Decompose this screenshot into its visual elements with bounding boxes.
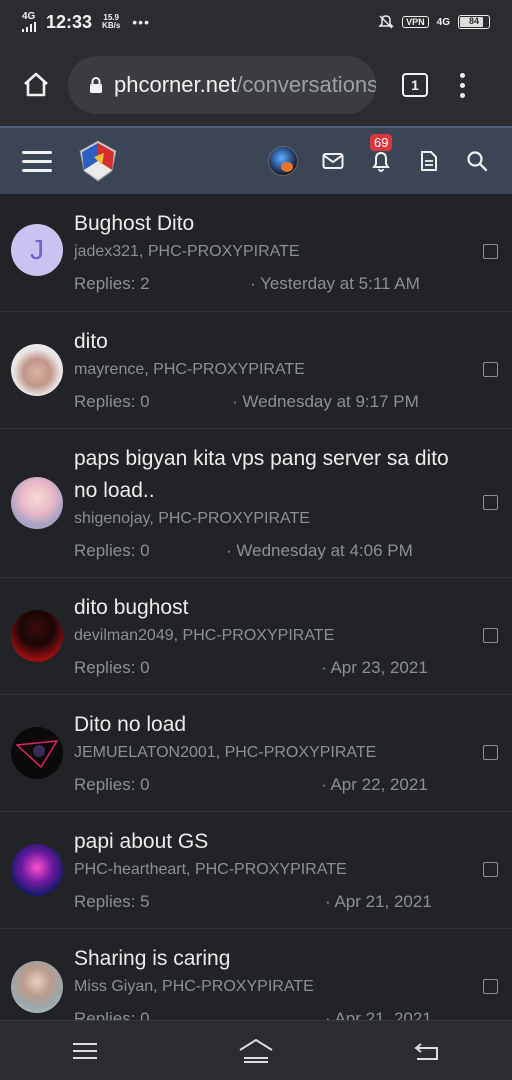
conversation-participants[interactable]: jadex321, PHC-PROXYPIRATE [74, 240, 462, 264]
conversation-item[interactable]: dito mayrence, PHC-PROXYPIRATE Replies: … [0, 312, 512, 429]
conversation-date: · Apr 22, 2021 [321, 775, 428, 794]
conversation-title[interactable]: dito [74, 326, 462, 358]
status-bar: 4G 12:33 15.9 KB/s ••• VPN 4G 84 [0, 0, 512, 44]
network-type-right: 4G [436, 16, 450, 28]
search-icon [467, 151, 488, 172]
conversation-item[interactable]: papi about GS PHC-heartheart, PHC-PROXYP… [0, 812, 512, 929]
hamburger-menu-icon[interactable] [22, 150, 52, 172]
avatar[interactable] [11, 477, 63, 529]
reply-count: Replies: 0 [74, 1009, 150, 1020]
home-icon [24, 72, 48, 97]
conversation-item[interactable]: J Bughost Dito jadex321, PHC-PROXYPIRATE… [0, 194, 512, 312]
document-icon [421, 151, 437, 171]
reply-count: Replies: 0 [74, 541, 150, 560]
site-header: 69 [0, 126, 512, 194]
back-icon [414, 1042, 438, 1060]
site-logo[interactable] [74, 137, 122, 185]
url-path: /conversations [236, 72, 376, 97]
vpn-icon: VPN [402, 16, 429, 28]
conversation-item[interactable]: Sharing is caring Miss Giyan, PHC-PROXYP… [0, 929, 512, 1020]
network-type: 4G [22, 11, 36, 22]
reply-count: Replies: 0 [74, 392, 150, 411]
select-checkbox[interactable] [483, 862, 498, 877]
alerts-button[interactable]: 69 [368, 134, 394, 174]
search-button[interactable] [464, 148, 490, 174]
avatar[interactable] [11, 344, 63, 396]
signal-icon: 4G [22, 12, 36, 32]
url-host: phcorner.net [114, 72, 237, 97]
lock-icon [90, 77, 102, 93]
conversation-title[interactable]: Bughost Dito [74, 208, 462, 240]
user-avatar[interactable] [268, 146, 298, 176]
home-outline-icon [239, 1038, 273, 1063]
conversation-title[interactable]: Dito no load [74, 709, 462, 741]
reply-count: Replies: 2 [74, 274, 150, 293]
select-checkbox[interactable] [483, 495, 498, 510]
envelope-icon [322, 153, 344, 169]
avatar[interactable] [11, 610, 63, 662]
select-checkbox[interactable] [483, 979, 498, 994]
battery-icon: 84 [458, 15, 490, 29]
mute-icon [378, 15, 394, 29]
battery-level: 84 [468, 16, 479, 26]
clock: 12:33 [46, 11, 93, 32]
conversation-list: J Bughost Dito jadex321, PHC-PROXYPIRATE… [0, 194, 512, 1020]
browser-home-button[interactable] [18, 67, 54, 103]
conversation-title[interactable]: papi about GS [74, 826, 462, 858]
notification-badge: 69 [370, 134, 393, 151]
conversation-date: · Apr 23, 2021 [321, 658, 428, 677]
reply-count: Replies: 0 [74, 775, 150, 794]
conversation-date: · Wednesday at 4:06 PM [226, 541, 413, 560]
conversation-date: · Apr 21, 2021 [325, 1009, 432, 1020]
network-speed: 15.9 KB/s [102, 14, 120, 30]
conversation-participants[interactable]: JEMUELATON2001, PHC-PROXYPIRATE [74, 741, 462, 765]
select-checkbox[interactable] [483, 362, 498, 377]
reply-count: Replies: 0 [74, 658, 150, 677]
select-checkbox[interactable] [483, 745, 498, 760]
avatar[interactable] [11, 844, 63, 896]
more-notifications-icon: ••• [132, 14, 150, 30]
whats-new-button[interactable] [416, 148, 442, 174]
select-checkbox[interactable] [483, 628, 498, 643]
avatar[interactable] [11, 961, 63, 1013]
browser-menu-button[interactable] [460, 72, 465, 98]
conversation-item[interactable]: paps bigyan kita vps pang server sa dito… [0, 429, 512, 578]
conversation-title[interactable]: Sharing is caring [74, 943, 462, 975]
conversation-participants[interactable]: mayrence, PHC-PROXYPIRATE [74, 358, 462, 382]
home-button[interactable] [236, 1036, 276, 1066]
conversation-title[interactable]: paps bigyan kita vps pang server sa dito… [74, 443, 462, 507]
recent-apps-button[interactable] [65, 1036, 105, 1066]
conversation-date: · Yesterday at 5:11 AM [250, 274, 420, 293]
conversation-date: · Wednesday at 9:17 PM [232, 392, 419, 411]
select-checkbox[interactable] [483, 244, 498, 259]
address-bar[interactable]: phcorner.net/conversations [68, 56, 376, 114]
browser-toolbar: phcorner.net/conversations 1 [0, 44, 512, 126]
conversation-participants[interactable]: devilman2049, PHC-PROXYPIRATE [74, 624, 462, 648]
conversation-item[interactable]: Dito no load JEMUELATON2001, PHC-PROXYPI… [0, 695, 512, 812]
menu-lines-icon [73, 1042, 98, 1059]
speed-unit: KB/s [102, 21, 121, 30]
conversation-title[interactable]: dito bughost [74, 592, 462, 624]
conversation-date: · Apr 21, 2021 [325, 892, 432, 911]
messages-button[interactable] [320, 148, 346, 174]
tab-switcher-button[interactable]: 1 [402, 73, 428, 97]
avatar[interactable] [11, 727, 63, 779]
back-button[interactable] [407, 1036, 447, 1066]
avatar[interactable]: J [11, 224, 63, 276]
avatar-letter: J [30, 234, 44, 265]
conversation-item[interactable]: dito bughost devilman2049, PHC-PROXYPIRA… [0, 578, 512, 695]
conversation-participants[interactable]: shigenojay, PHC-PROXYPIRATE [74, 507, 462, 531]
reply-count: Replies: 5 [74, 892, 150, 911]
bell-icon [372, 151, 390, 172]
conversation-participants[interactable]: PHC-heartheart, PHC-PROXYPIRATE [74, 858, 462, 882]
conversation-participants[interactable]: Miss Giyan, PHC-PROXYPIRATE [74, 975, 462, 999]
system-navigation-bar [0, 1020, 512, 1080]
